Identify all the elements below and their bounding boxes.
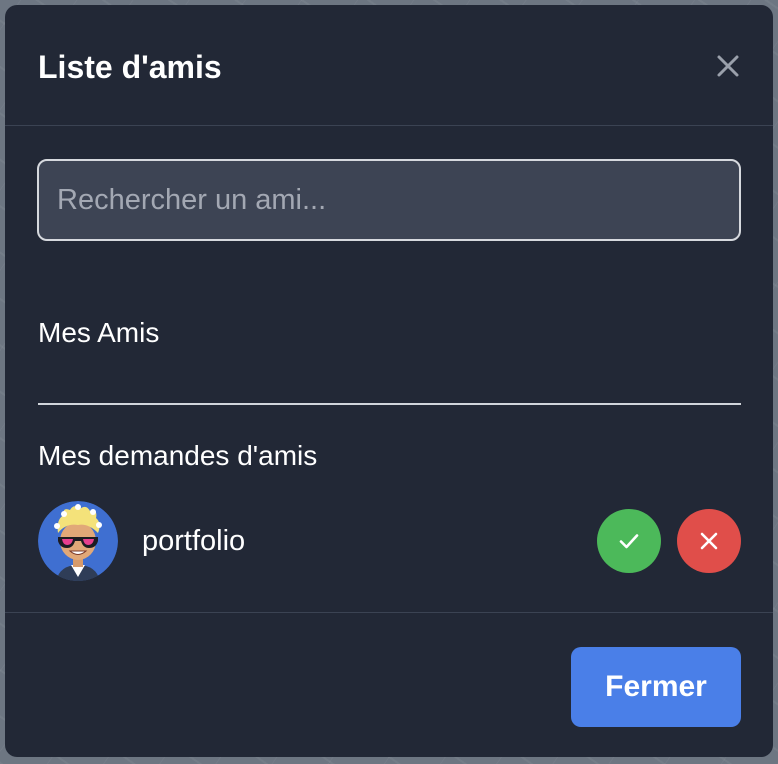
friend-request-name: portfolio [142,525,246,557]
decline-request-button[interactable] [677,509,741,573]
avatar [38,501,118,581]
close-icon [700,532,718,550]
close-icon[interactable] [711,49,745,83]
friends-section-title: Mes Amis [38,317,160,348]
friend-request-item: portfolio [38,501,741,581]
section-divider [38,403,741,405]
check-icon [619,534,639,549]
close-button[interactable]: Fermer [571,647,741,727]
avatar-cartoon-icon [38,501,118,581]
modal-title: Liste d'amis [38,49,222,85]
modal-footer: Fermer [5,612,773,757]
accept-request-button[interactable] [597,509,661,573]
friends-modal: Liste d'amis Mes Amis Mes demandes d'ami… [5,5,773,757]
friend-search-input[interactable] [37,159,741,241]
requests-section-title: Mes demandes d'amis [38,440,318,471]
modal-header: Liste d'amis [5,5,773,126]
